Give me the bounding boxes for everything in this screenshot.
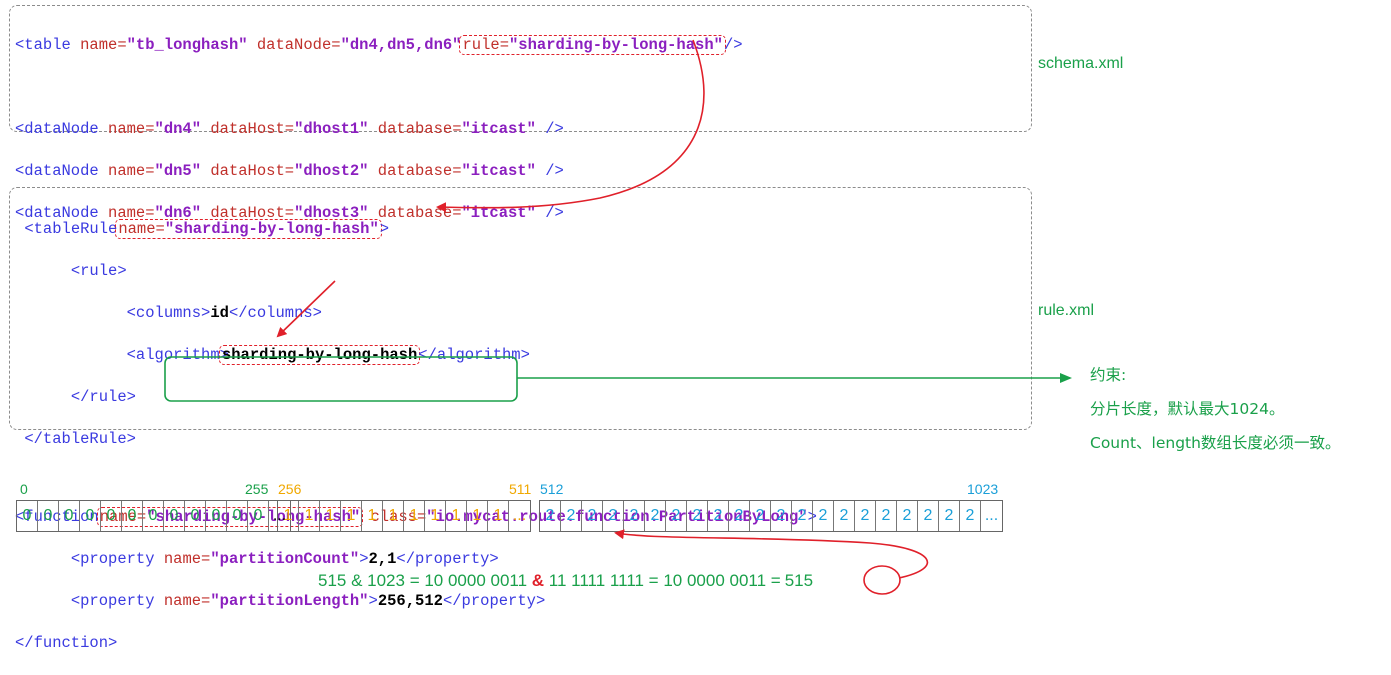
partition-cell: 1 (425, 501, 446, 531)
partition-group-2: 2 2 2 2 2 2 2 2 2 2 2 2 2 2 2 2 2 2 2 2 … (539, 500, 1003, 532)
partition-cell: 0 (227, 501, 248, 531)
partition-cell: 2 (855, 501, 876, 531)
partition-cell: 0 (122, 501, 143, 531)
datanode-line-2: <dataNode name="dn5" dataHost="dhost2" d… (15, 162, 564, 180)
partition-cell: 2 (876, 501, 897, 531)
partition-group-0: 0 0 0 0 0 0 0 0 0 0 0 0 ... (16, 500, 291, 532)
constraints-line-1: 分片长度，默认最大1024。 (1090, 400, 1285, 418)
partition-cell: 0 (59, 501, 80, 531)
partition-cell: 0 (143, 501, 164, 531)
partition-cell: 1 (467, 501, 488, 531)
partition-cell: 0 (38, 501, 59, 531)
partition-cell: 2 (603, 501, 624, 531)
partition-cell: 2 (666, 501, 687, 531)
partition-cell: ... (512, 507, 527, 524)
axis-label-255: 255 (245, 481, 269, 497)
partition-cell: 1 (299, 501, 320, 531)
partition-cell: 0 (206, 501, 227, 531)
table-line: <table name="tb_longhash" dataNode="dn4,… (15, 35, 743, 55)
partition-cell: 2 (687, 501, 708, 531)
partition-cell: 2 (750, 501, 771, 531)
partition-cell: 2 (939, 501, 960, 531)
partition-cell: 2 (561, 501, 582, 531)
schema-file-label: schema.xml (1038, 55, 1124, 72)
axis-label-511: 511 (509, 481, 532, 497)
datanode-line-1: <dataNode name="dn4" dataHost="dhost1" d… (15, 120, 564, 138)
partition-cell: 0 (80, 501, 101, 531)
partition-cell: 2 (834, 501, 855, 531)
partition-cell: 2 (582, 501, 603, 531)
partition-group-1: 1 1 1 1 1 1 1 1 1 1 1 ... (277, 500, 531, 532)
function-close-line: </function> (15, 634, 118, 652)
rule-code: <tableRulename="sharding-by-long-hash"> … (15, 198, 817, 675)
partition-cell: 1 (320, 501, 341, 531)
partition-cell: 0 (185, 501, 206, 531)
partition-cell: 0 (248, 501, 269, 531)
partition-cell: 0 (164, 501, 185, 531)
partition-cell: 2 (645, 501, 666, 531)
tablerule-open-line: <tableRulename="sharding-by-long-hash"> (24, 219, 390, 239)
tablerule-close-line: </tableRule> (24, 430, 136, 448)
axis-label-256: 256 (278, 481, 302, 497)
axis-label-512: 512 (540, 481, 564, 497)
constraints-line-2: Count、length数组长度必须一致。 (1090, 434, 1341, 452)
partition-cell: 2 (792, 501, 813, 531)
partition-cell: 2 (918, 501, 939, 531)
partition-cell: 1 (341, 501, 362, 531)
partition-cell: ... (984, 507, 999, 524)
partition-cell: 0 (101, 501, 122, 531)
property-line-2: <property name="partitionLength">256,512… (70, 592, 546, 610)
axis-label-1023: 1023 (967, 481, 999, 497)
rule-open-line: <rule> (70, 262, 127, 280)
partition-cell: 1 (362, 501, 383, 531)
property-line-1: <property name="partitionCount">2,1</pro… (70, 550, 499, 568)
constraints-title: 约束: (1090, 366, 1127, 384)
constraints-note: 约束: 分片长度，默认最大1024。 Count、length数组长度必须一致。 (1090, 358, 1340, 460)
partition-cell: 2 (708, 501, 729, 531)
schema-rule-highlight: rule="sharding-by-long-hash" (459, 35, 726, 55)
partition-cell: 1 (488, 501, 509, 531)
partition-cell: 1 (446, 501, 467, 531)
algorithm-highlight: sharding-by-long-hash (218, 345, 421, 365)
partition-cell: 2 (897, 501, 918, 531)
partition-cell: 2 (729, 501, 750, 531)
bitmask-formula: 515 & 1023 = 10 0000 0011 & 11 1111 1111… (318, 571, 814, 590)
formula-result: 515 (784, 571, 814, 590)
axis-label-0: 0 (20, 481, 28, 497)
partition-cell: 1 (404, 501, 425, 531)
result-circle (863, 565, 901, 595)
partition-cell: 2 (960, 501, 981, 531)
tablerule-name-highlight: name="sharding-by-long-hash" (115, 219, 382, 239)
partition-cell: 0 (17, 501, 38, 531)
partition-cell: 1 (383, 501, 404, 531)
algorithm-line: <algorithm>sharding-by-long-hash</algori… (126, 345, 530, 365)
partition-cell: 2 (771, 501, 792, 531)
partition-cell: 2 (813, 501, 834, 531)
rule-file-label: rule.xml (1038, 302, 1095, 319)
partition-cell: 2 (540, 501, 561, 531)
rule-close-line: </rule> (70, 388, 136, 406)
partition-cell: 2 (624, 501, 645, 531)
columns-line: <columns>id</columns> (126, 304, 322, 322)
partition-cell: 1 (278, 501, 299, 531)
